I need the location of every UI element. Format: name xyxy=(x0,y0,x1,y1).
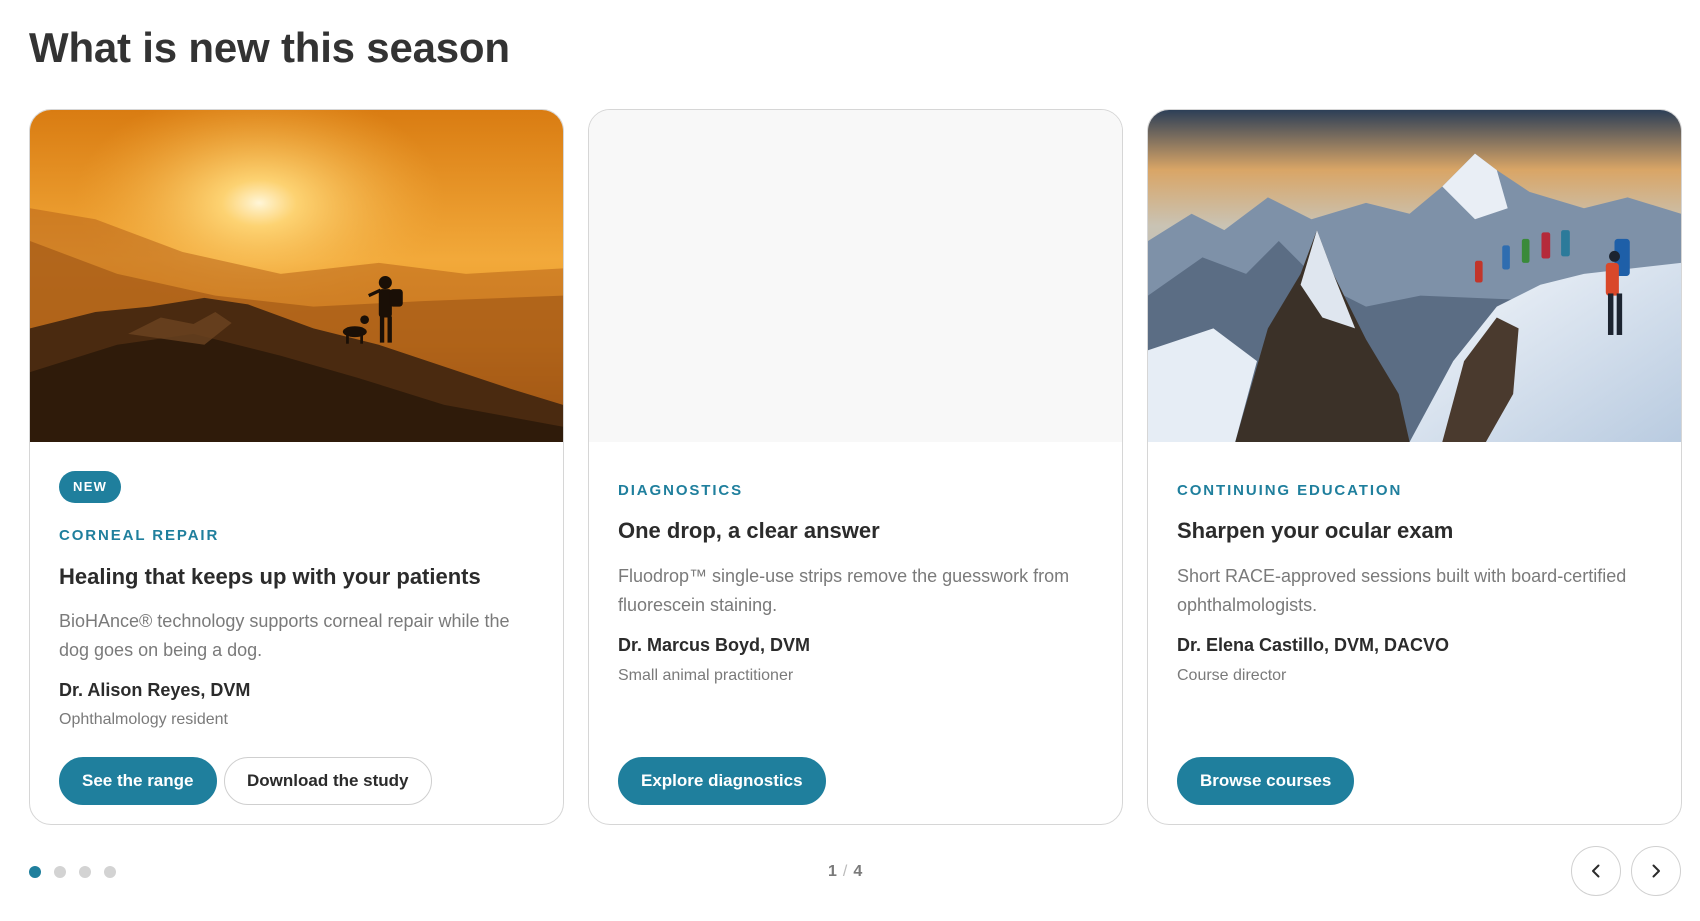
snowy-mountain-image xyxy=(1148,110,1681,442)
pagination-dot-1[interactable] xyxy=(29,866,41,878)
promo-card-corneal-repair: NEW CORNEAL REPAIR Healing that keeps up… xyxy=(29,109,564,825)
card-author-role: Small animal practitioner xyxy=(618,667,794,684)
slide-counter: 1 / 4 xyxy=(828,863,862,881)
pagination-dot-4[interactable] xyxy=(104,866,116,878)
see-the-range-button[interactable]: See the range xyxy=(59,757,217,805)
previous-slide-button[interactable] xyxy=(1571,846,1621,896)
chevron-left-icon xyxy=(1592,864,1600,878)
pagination-dot-2[interactable] xyxy=(54,866,66,878)
carousel-pagination-dots xyxy=(29,866,116,878)
card-author-name: Dr. Marcus Boyd, DVM xyxy=(618,635,811,655)
current-slide: 1 xyxy=(828,863,837,880)
card-author-role: Course director xyxy=(1177,667,1287,684)
new-badge: NEW xyxy=(59,471,122,503)
card-description: Fluodrop™ single-use strips remove the g… xyxy=(618,566,1070,615)
card-title: One drop, a clear answer xyxy=(618,518,880,543)
card-image-placeholder xyxy=(589,110,1122,442)
sunset-mountain-image xyxy=(30,110,563,442)
card-description: Short RACE-approved sessions built with … xyxy=(1177,566,1627,615)
total-slides: 4 xyxy=(853,863,863,880)
browse-courses-button[interactable]: Browse courses xyxy=(1177,757,1355,805)
counter-separator: / xyxy=(842,863,848,880)
download-the-study-button[interactable]: Download the study xyxy=(224,757,432,805)
card-body: DIAGNOSTICS One drop, a clear answer Flu… xyxy=(618,442,1093,824)
card-category: CORNEAL REPAIR xyxy=(59,527,220,544)
card-title: Healing that keeps up with your patients xyxy=(59,564,481,589)
pagination-dot-3[interactable] xyxy=(79,866,91,878)
card-title: Sharpen your ocular exam xyxy=(1177,518,1454,543)
card-body: NEW CORNEAL REPAIR Healing that keeps up… xyxy=(59,442,534,824)
promo-card-diagnostics: DIAGNOSTICS One drop, a clear answer Flu… xyxy=(588,109,1123,825)
card-author-role: Ophthalmology resident xyxy=(59,711,228,728)
card-category: CONTINUING EDUCATION xyxy=(1177,482,1403,499)
explore-diagnostics-button[interactable]: Explore diagnostics xyxy=(618,757,826,805)
card-body: CONTINUING EDUCATION Sharpen your ocular… xyxy=(1177,442,1652,824)
promo-card-continuing-education: CONTINUING EDUCATION Sharpen your ocular… xyxy=(1147,109,1682,825)
card-description: BioHAnce® technology supports corneal re… xyxy=(59,611,510,660)
card-author-name: Dr. Elena Castillo, DVM, DACVO xyxy=(1177,635,1450,655)
next-slide-button[interactable] xyxy=(1631,846,1681,896)
page-title: What is new this season xyxy=(29,24,510,71)
card-author-name: Dr. Alison Reyes, DVM xyxy=(59,680,251,700)
card-image-climbers xyxy=(1148,110,1681,442)
card-image-hiker-sunset xyxy=(30,110,563,442)
chevron-right-icon xyxy=(1652,864,1660,878)
card-category: DIAGNOSTICS xyxy=(618,482,744,499)
